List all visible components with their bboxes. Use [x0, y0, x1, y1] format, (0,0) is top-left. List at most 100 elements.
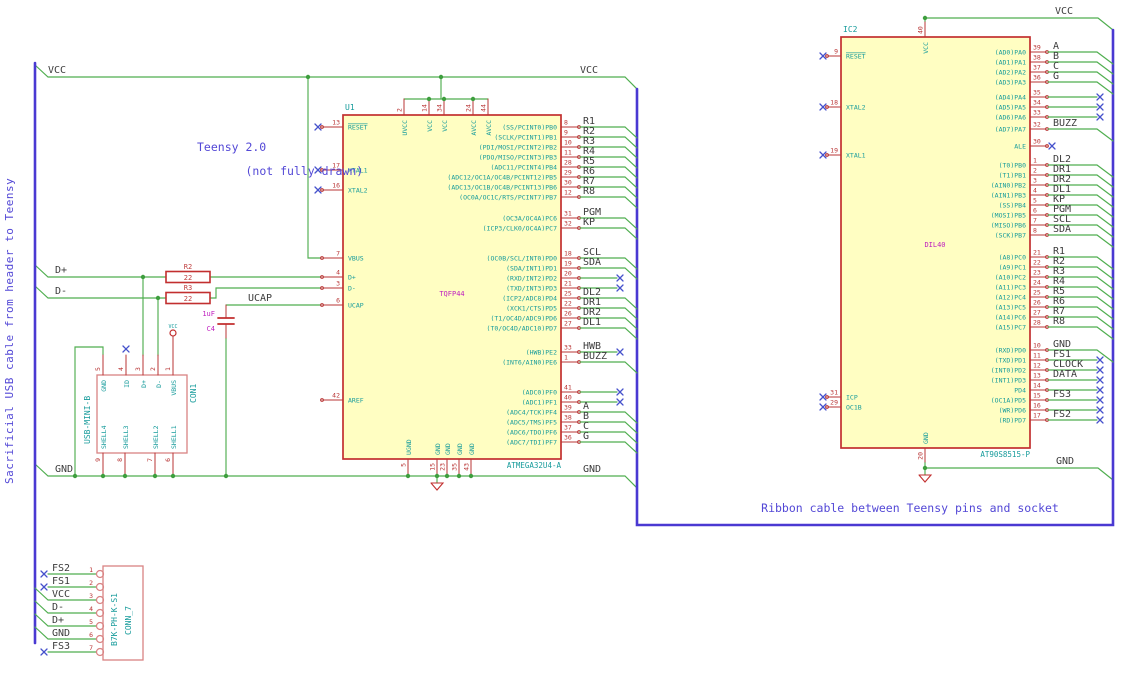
- pin-number: 4: [89, 605, 93, 613]
- net-label-vcc[interactable]: VCC: [1055, 6, 1073, 17]
- net-label-r8[interactable]: R8: [1053, 316, 1065, 327]
- net-label-vcc[interactable]: VCC: [52, 589, 70, 600]
- pin-name: (T0/OC4D/ADC10)PD7: [487, 325, 558, 333]
- pin-number: 35: [451, 463, 459, 471]
- component-ref-conn7[interactable]: CONN_7: [124, 606, 133, 635]
- pin-number: 42: [332, 392, 340, 400]
- net-label-r8[interactable]: R8: [583, 186, 595, 197]
- net-label-vcc[interactable]: VCC: [48, 65, 66, 76]
- component-ref-u1[interactable]: U1: [345, 103, 355, 112]
- component-ref-con1[interactable]: CON1: [189, 384, 198, 403]
- teensy-note[interactable]: Teensy 2.0 (not fully drawn): [197, 141, 363, 177]
- pin-number: 11: [1033, 352, 1041, 360]
- component-ref-r3[interactable]: R3: [184, 284, 192, 292]
- pin-name: PD4: [1014, 387, 1026, 395]
- pin-number: 9: [564, 129, 568, 137]
- pin-number: 3: [89, 592, 93, 600]
- component-value[interactable]: 1uF: [202, 310, 215, 318]
- net-label-ucap[interactable]: UCAP: [248, 293, 272, 304]
- pin-number: 22: [1033, 259, 1041, 267]
- net-label-dl1[interactable]: DL1: [583, 317, 601, 328]
- pin-name: (INT1)PD3: [991, 377, 1026, 385]
- pin-name: (RXD/INT2)PD2: [506, 275, 557, 283]
- component-value[interactable]: USB-MINI-B: [83, 396, 92, 444]
- junction-dot: [140, 274, 146, 280]
- net-label-gnd[interactable]: GND: [583, 464, 601, 475]
- component-ref-r2[interactable]: R2: [184, 263, 192, 271]
- pin-name: (PDI/MOSI/PCINT2)PB2: [479, 144, 557, 152]
- usb-cable-note[interactable]: Sacrificial USB cable from header to Tee…: [3, 178, 20, 484]
- pin-number: 17: [1033, 412, 1041, 420]
- component-value[interactable]: 22: [184, 295, 192, 303]
- pin-number: 12: [564, 189, 572, 197]
- wire[interactable]: [579, 361, 638, 374]
- component-ref-c4[interactable]: C4: [207, 325, 215, 333]
- teensy-note-line1: Teensy 2.0: [197, 140, 267, 154]
- gnd-symbol-icon[interactable]: [430, 482, 445, 491]
- pin-name: (SDA/INT1)PD1: [506, 265, 557, 273]
- wire[interactable]: [579, 327, 638, 340]
- net-label-gnd[interactable]: GND: [1056, 456, 1074, 467]
- net-label-fs2[interactable]: FS2: [1053, 409, 1071, 420]
- net-label-fs3[interactable]: FS3: [1053, 389, 1071, 400]
- pin-name: (T0)PB0: [999, 162, 1026, 170]
- wire[interactable]: [1047, 128, 1114, 142]
- net-label-buzz[interactable]: BUZZ: [583, 351, 607, 362]
- wire[interactable]: [1047, 81, 1114, 95]
- wire[interactable]: [924, 17, 1114, 31]
- wire[interactable]: [924, 461, 1114, 481]
- pin-number: 2: [89, 579, 93, 587]
- pin-number: 33: [1033, 109, 1041, 117]
- net-label-sda[interactable]: SDA: [583, 257, 601, 268]
- pin-number: 29: [564, 169, 572, 177]
- net-label-d-[interactable]: D-: [52, 602, 64, 613]
- junction-dot: [72, 473, 78, 479]
- component-value[interactable]: 22: [184, 274, 192, 282]
- pin-name: (SCK)PB7: [995, 232, 1026, 240]
- component-value[interactable]: B7K-PH-K-S1: [110, 593, 119, 646]
- component-part-name[interactable]: AT90S8515-P: [980, 450, 1030, 459]
- pin-number: 5: [94, 367, 102, 371]
- wire[interactable]: [579, 227, 638, 240]
- pin-number: 5: [1033, 197, 1037, 205]
- wire[interactable]: [579, 267, 638, 280]
- wire[interactable]: [1047, 326, 1114, 340]
- net-label-vcc[interactable]: VCC: [580, 65, 598, 76]
- net-label-d+[interactable]: D+: [55, 265, 67, 276]
- pin-number: 39: [564, 404, 572, 412]
- pin-name: (SS)PB4: [999, 202, 1026, 210]
- pin-number: 11: [564, 149, 572, 157]
- wire[interactable]: [34, 613, 97, 627]
- pin-number: 20: [564, 270, 572, 278]
- ribbon-cable-note[interactable]: Ribbon cable between Teensy pins and soc…: [756, 502, 1064, 514]
- component-part-name[interactable]: ATMEGA32U4-A: [507, 461, 562, 470]
- net-label-fs1[interactable]: FS1: [52, 576, 70, 587]
- vcc-power-icon[interactable]: [169, 329, 177, 337]
- component-value[interactable]: TQFP44: [439, 290, 464, 298]
- net-label-sda[interactable]: SDA: [1053, 224, 1071, 235]
- wire[interactable]: [34, 64, 638, 90]
- net-label-buzz[interactable]: BUZZ: [1053, 118, 1077, 129]
- net-label-fs3[interactable]: FS3: [52, 641, 70, 652]
- pin-number: 18: [830, 99, 838, 107]
- wire[interactable]: [34, 600, 97, 614]
- net-label-gnd[interactable]: GND: [52, 628, 70, 639]
- net-label-data[interactable]: DATA: [1053, 369, 1077, 380]
- pin-name: (ADC5/TMS)PF5: [506, 419, 557, 427]
- component-body-conn7[interactable]: [102, 565, 144, 661]
- net-label-kp[interactable]: KP: [583, 217, 595, 228]
- gnd-symbol-icon[interactable]: [918, 474, 933, 483]
- wire[interactable]: [579, 441, 638, 454]
- net-label-g[interactable]: G: [583, 431, 589, 442]
- net-label-d-[interactable]: D-: [55, 286, 67, 297]
- junction-dot: [441, 96, 447, 102]
- component-value[interactable]: DIL40: [924, 241, 945, 249]
- net-label-d+[interactable]: D+: [52, 615, 64, 626]
- pin-number: 2: [149, 367, 157, 371]
- net-label-fs2[interactable]: FS2: [52, 563, 70, 574]
- net-label-g[interactable]: G: [1053, 71, 1059, 82]
- net-label-gnd[interactable]: GND: [55, 464, 73, 475]
- pin-name: GND: [100, 380, 108, 392]
- pin-number: 1: [564, 354, 568, 362]
- component-ref-ic2[interactable]: IC2: [843, 25, 858, 34]
